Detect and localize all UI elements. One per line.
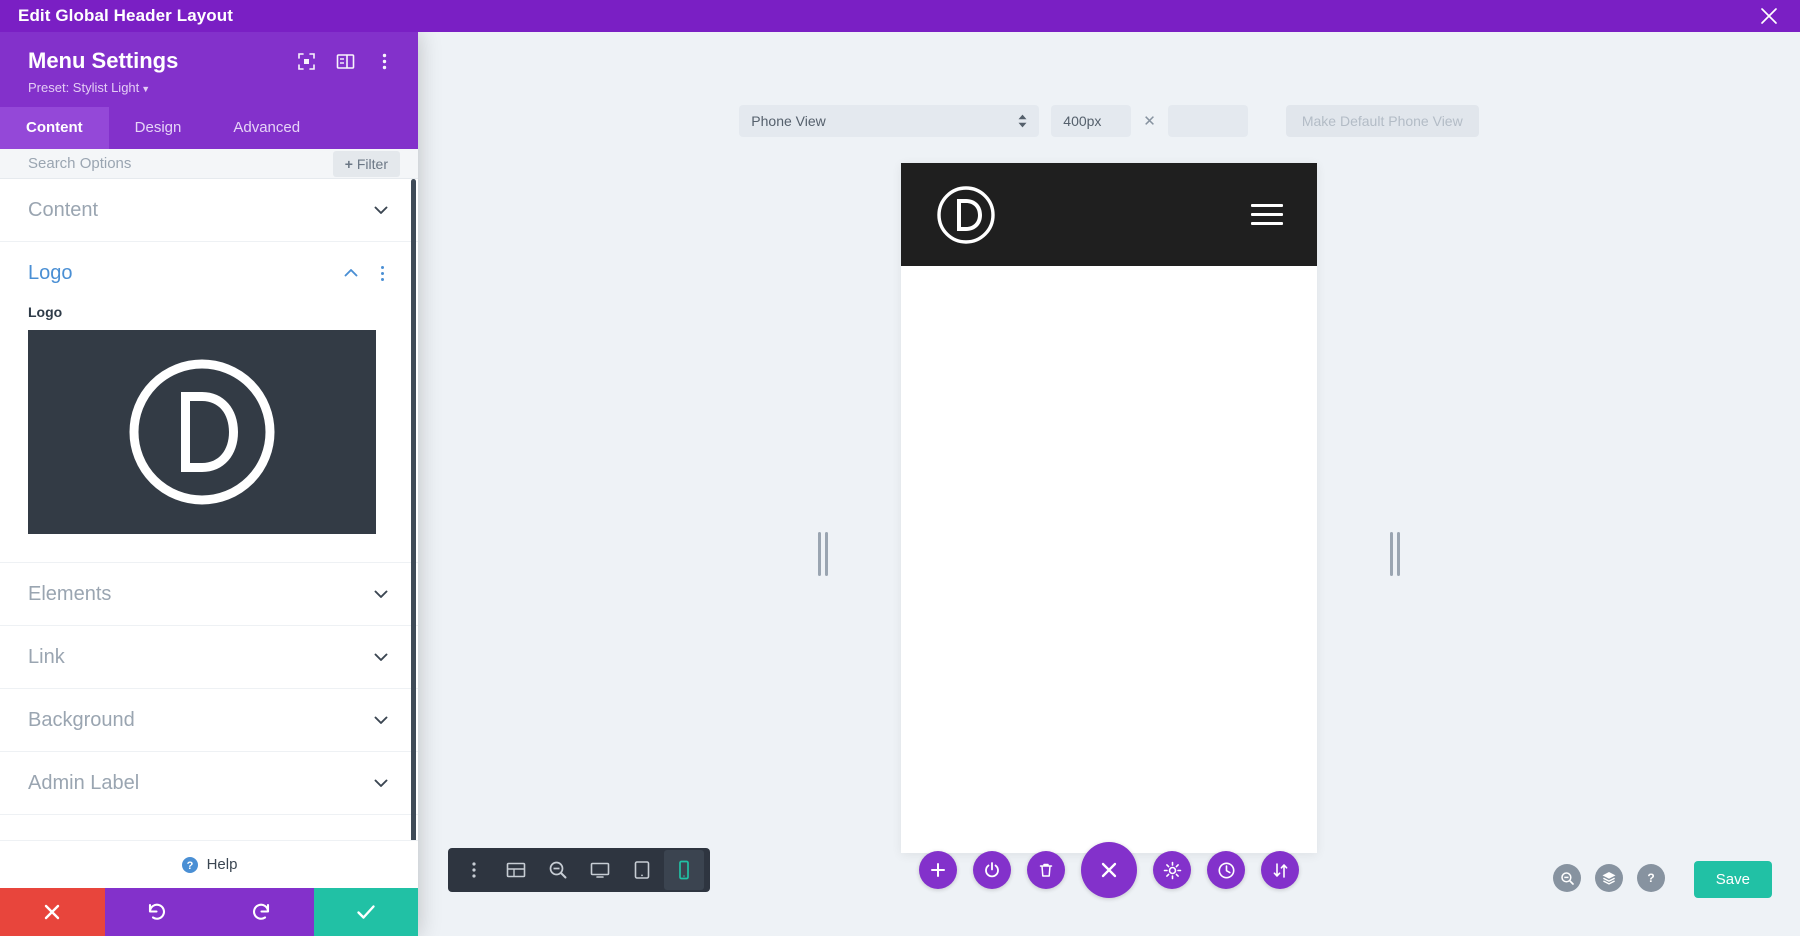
preview-site-header bbox=[901, 163, 1317, 266]
section-elements-label: Elements bbox=[28, 582, 112, 605]
zoom-out-icon[interactable] bbox=[538, 850, 578, 890]
focus-target-icon[interactable] bbox=[297, 52, 316, 71]
cancel-button[interactable] bbox=[0, 888, 105, 936]
chevron-down-icon bbox=[372, 774, 390, 792]
responsive-toolbar: Phone View 400px ✕ Make Default Phone Vi… bbox=[418, 105, 1800, 137]
logo-field-label: Logo bbox=[28, 304, 63, 320]
section-logo[interactable]: Logo Logo bbox=[0, 242, 418, 563]
save-button[interactable]: Save bbox=[1693, 861, 1772, 898]
resize-handle-left[interactable] bbox=[818, 532, 828, 576]
trash-icon[interactable] bbox=[1027, 851, 1065, 889]
view-mode-value: Phone View bbox=[751, 113, 826, 129]
filter-button[interactable]: + Filter bbox=[332, 151, 400, 177]
hamburger-menu-icon[interactable] bbox=[1251, 204, 1283, 225]
section-background-label: Background bbox=[28, 708, 135, 731]
phone-preview-wrapper bbox=[901, 163, 1317, 853]
import-export-icon[interactable] bbox=[1261, 851, 1299, 889]
panel-scroll-area: Content Logo Logo Elements Link Backgrou… bbox=[0, 179, 418, 840]
undo-button[interactable] bbox=[104, 888, 209, 936]
titlebar: Edit Global Header Layout bbox=[0, 0, 1800, 32]
question-icon[interactable]: ? bbox=[1637, 864, 1665, 892]
titlebar-title: Edit Global Header Layout bbox=[18, 6, 234, 25]
utility-bar: ? bbox=[1553, 864, 1665, 892]
section-content-label: Content bbox=[28, 198, 99, 221]
panel-layout-icon[interactable] bbox=[336, 52, 355, 71]
phone-icon[interactable] bbox=[664, 850, 704, 890]
desktop-icon[interactable] bbox=[580, 850, 620, 890]
phone-preview bbox=[901, 163, 1317, 853]
section-background[interactable]: Background bbox=[0, 689, 418, 752]
help-link[interactable]: Help bbox=[207, 856, 238, 873]
builder-circle-bar bbox=[919, 842, 1299, 898]
add-module-button[interactable] bbox=[919, 851, 957, 889]
svg-text:?: ? bbox=[1647, 871, 1654, 885]
section-admin-label[interactable]: Admin Label bbox=[0, 752, 418, 815]
panel-header-icons bbox=[297, 52, 398, 71]
tablet-icon[interactable] bbox=[622, 850, 662, 890]
make-default-view-button[interactable]: Make Default Phone View bbox=[1285, 105, 1479, 137]
close-builder-button[interactable] bbox=[1081, 842, 1137, 898]
tab-content[interactable]: Content bbox=[0, 107, 109, 149]
wireframe-icon[interactable] bbox=[496, 850, 536, 890]
resize-handle-right[interactable] bbox=[1390, 532, 1400, 576]
section-logo-kebab-icon[interactable] bbox=[374, 265, 390, 281]
section-content[interactable]: Content bbox=[0, 179, 418, 242]
tab-advanced[interactable]: Advanced bbox=[207, 107, 326, 149]
save-settings-button[interactable] bbox=[313, 888, 418, 936]
section-link-label: Link bbox=[28, 645, 65, 668]
redo-button[interactable] bbox=[209, 888, 314, 936]
viewport-height-input[interactable] bbox=[1167, 105, 1248, 137]
chevron-down-icon bbox=[372, 648, 390, 666]
module-toolbar bbox=[448, 848, 710, 892]
toggle-builder-button[interactable] bbox=[973, 851, 1011, 889]
panel-header: Menu Settings Preset: Stylist Light ▼ bbox=[0, 32, 418, 107]
panel-body: Content Logo Logo Elements Link Backgrou… bbox=[0, 179, 418, 840]
settings-panel: Menu Settings Preset: Stylist Light ▼ Co… bbox=[0, 32, 418, 936]
gear-icon[interactable] bbox=[1153, 851, 1191, 889]
clock-icon[interactable] bbox=[1207, 851, 1245, 889]
search-input[interactable] bbox=[28, 155, 258, 172]
plus-icon: + bbox=[344, 156, 353, 172]
preset-label: Preset: Stylist Light bbox=[28, 80, 140, 95]
help-row: ? Help bbox=[0, 840, 418, 888]
view-mode-select[interactable]: Phone View bbox=[739, 105, 1040, 137]
kebab-menu-icon[interactable] bbox=[375, 52, 394, 71]
zoom-out-icon[interactable] bbox=[1553, 864, 1581, 892]
help-circle-icon: ? bbox=[181, 856, 199, 874]
builder-canvas: Phone View 400px ✕ Make Default Phone Vi… bbox=[418, 32, 1800, 936]
chevron-down-icon bbox=[372, 711, 390, 729]
multiply-symbol: ✕ bbox=[1143, 113, 1156, 130]
section-elements[interactable]: Elements bbox=[0, 563, 418, 626]
search-row: +Filter bbox=[0, 149, 418, 179]
page-title: Menu Settings bbox=[28, 48, 179, 73]
logo-field-group: Logo bbox=[28, 304, 390, 562]
filter-label: Filter bbox=[356, 156, 388, 172]
panel-scrollbar[interactable] bbox=[411, 179, 416, 840]
tab-design[interactable]: Design bbox=[109, 107, 208, 149]
visual-builder-app: Edit Global Header Layout Menu Settings bbox=[0, 0, 1800, 936]
kebab-menu-icon[interactable] bbox=[454, 850, 494, 890]
preview-page-body bbox=[901, 266, 1317, 853]
chevron-up-icon[interactable] bbox=[342, 264, 360, 282]
layers-icon[interactable] bbox=[1595, 864, 1623, 892]
chevron-down-icon bbox=[372, 201, 390, 219]
logo-image-preview[interactable] bbox=[28, 330, 376, 534]
panel-tabs: Content Design Advanced bbox=[0, 107, 418, 149]
viewport-width-input[interactable]: 400px bbox=[1051, 105, 1132, 137]
panel-action-bar bbox=[0, 888, 418, 936]
section-logo-label: Logo bbox=[28, 261, 73, 284]
chevron-down-icon bbox=[372, 585, 390, 603]
section-link[interactable]: Link bbox=[0, 626, 418, 689]
section-admin-label-label: Admin Label bbox=[28, 771, 140, 794]
close-icon[interactable] bbox=[1758, 5, 1780, 27]
preview-logo[interactable] bbox=[935, 184, 997, 246]
preset-selector[interactable]: Preset: Stylist Light ▼ bbox=[28, 80, 398, 95]
chevron-down-icon: ▼ bbox=[141, 84, 151, 94]
svg-text:?: ? bbox=[186, 860, 193, 872]
chevron-updown-icon bbox=[1018, 114, 1027, 128]
